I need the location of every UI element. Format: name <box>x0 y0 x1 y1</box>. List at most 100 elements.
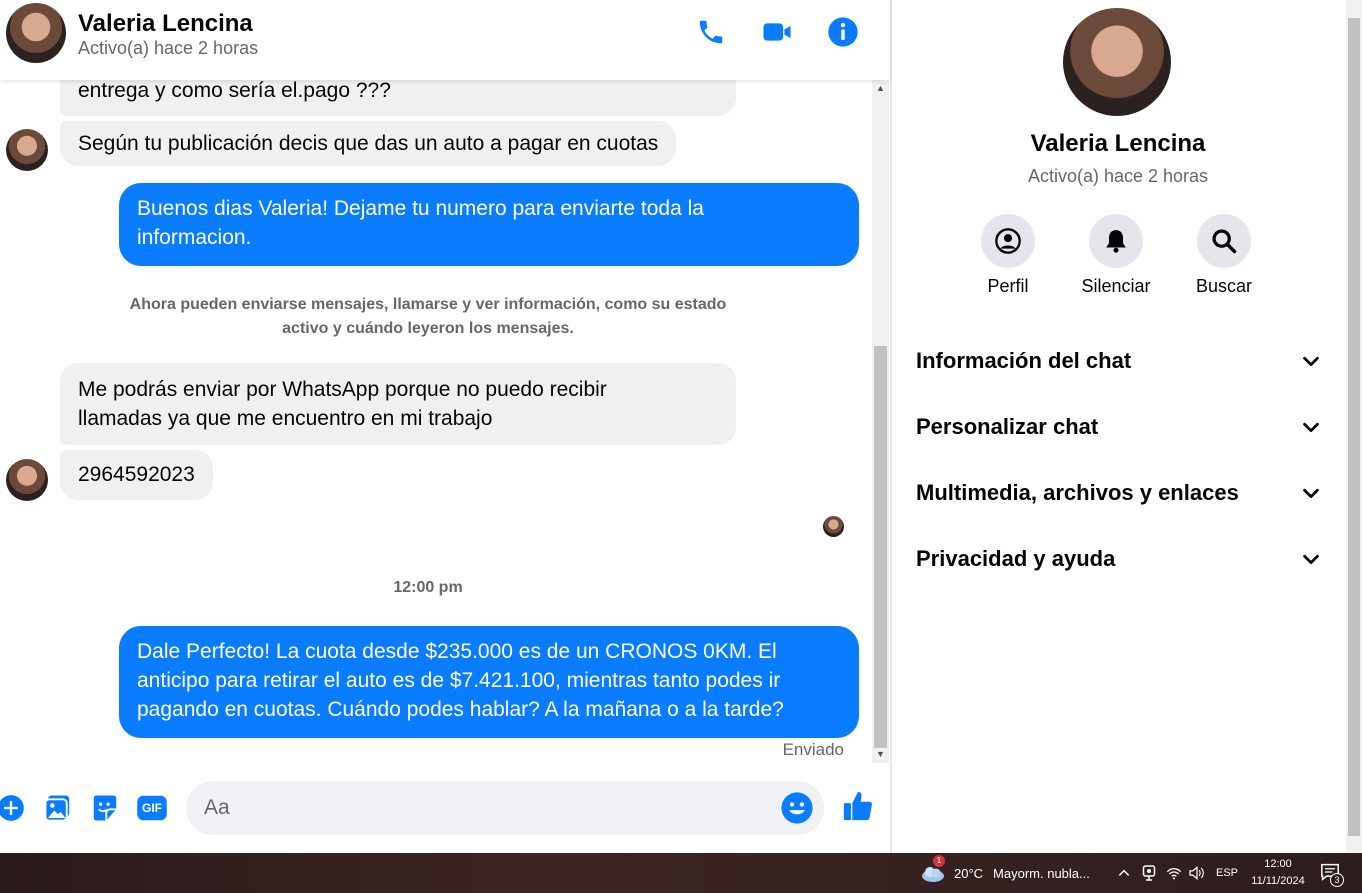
section-customize-chat[interactable]: Personalizar chat <box>916 401 1322 453</box>
plus-circle-icon <box>0 795 24 821</box>
message-text-line: pagando en cuotas. Cuándo podes hablar? … <box>137 698 784 721</box>
user-circle-icon <box>995 228 1021 254</box>
sender-avatar[interactable] <box>6 129 48 171</box>
bell-icon <box>1106 230 1126 253</box>
network-button[interactable] <box>1166 853 1182 893</box>
emoji-button[interactable] <box>780 791 814 825</box>
video-call-button[interactable] <box>759 14 795 50</box>
more-actions-button[interactable] <box>0 792 27 824</box>
chat-header: Valeria Lencina Activo(a) hace 2 horas <box>0 0 890 80</box>
profile-name: Valeria Lencina <box>1030 130 1206 157</box>
incoming-message[interactable]: entrega y como sería el.pago ??? <box>60 80 736 116</box>
section-label: Información del chat <box>916 348 1132 373</box>
speaker-icon <box>1189 866 1204 880</box>
section-media-files-links[interactable]: Multimedia, archivos y enlaces <box>916 467 1322 519</box>
info-icon <box>828 17 858 47</box>
message-list[interactable]: entrega y como sería el.pago ??? Según t… <box>0 80 872 763</box>
mute-action-circle[interactable] <box>1089 214 1143 268</box>
chevron-down-icon <box>1303 356 1319 367</box>
page-scrollbar[interactable] <box>1346 0 1362 853</box>
scroll-thumb[interactable] <box>874 346 887 748</box>
contact-name[interactable]: Valeria Lencina <box>78 10 253 38</box>
search-icon <box>1212 229 1237 254</box>
mute-action[interactable]: Silenciar <box>1061 214 1171 297</box>
sender-avatar[interactable] <box>6 459 48 501</box>
search-action-circle[interactable] <box>1197 214 1251 268</box>
chevron-up-icon <box>1118 869 1130 876</box>
message-timestamp: 12:00 pm <box>393 579 463 596</box>
notification-count-badge: 3 <box>1330 873 1344 887</box>
incoming-message[interactable]: Me podrás enviar por WhatsApp porque no … <box>60 363 736 445</box>
contact-avatar[interactable] <box>6 3 66 63</box>
incoming-message[interactable]: Según tu publicación decis que das un au… <box>60 121 677 166</box>
clock-date: 11/11/2024 <box>1251 875 1305 887</box>
outgoing-message[interactable]: Dale Perfecto! La cuota desde $235.000 e… <box>119 626 859 738</box>
voice-call-button[interactable] <box>693 14 729 50</box>
seen-receipt-avatar <box>823 516 844 537</box>
weather-temperature: 20°C <box>954 865 984 881</box>
page-scroll-thumb[interactable] <box>1348 18 1360 836</box>
meet-now-button[interactable] <box>1142 853 1156 893</box>
section-label: Multimedia, archivos y enlaces <box>916 480 1239 505</box>
sent-status: Enviado <box>782 740 844 759</box>
notifications-button[interactable]: 3 <box>1320 853 1344 893</box>
message-text-line: anticipo para retirar el auto es de $7.4… <box>137 669 781 692</box>
scroll-down-arrow[interactable]: ▼ <box>872 746 889 763</box>
gif-label: GIF <box>142 801 162 815</box>
mute-action-label: Silenciar <box>1081 276 1151 296</box>
search-action-label: Buscar <box>1195 276 1253 296</box>
message-text-line: Buenos dias Valeria! Dejame tu numero pa… <box>137 197 704 220</box>
message-input[interactable] <box>204 781 764 835</box>
message-text-line: Me podrás enviar por WhatsApp porque no … <box>78 378 607 401</box>
message-text-line: llamadas ya que me encuentro en mi traba… <box>78 407 493 430</box>
chevron-down-icon <box>1303 554 1319 565</box>
weather-description: Mayorm. nubla... <box>993 865 1090 881</box>
system-notice-line: activo y cuándo leyeron los mensajes. <box>282 320 574 337</box>
wifi-icon <box>1166 868 1182 880</box>
phone-icon <box>699 20 723 44</box>
message-scrollbar[interactable]: ▲ ▼ <box>872 80 889 763</box>
profile-status: Activo(a) hace 2 horas <box>1027 166 1209 186</box>
section-chat-info[interactable]: Información del chat <box>916 335 1322 387</box>
show-hidden-icons-button[interactable] <box>1117 853 1131 893</box>
clock[interactable]: 12:00 11/11/2024 <box>1248 853 1308 893</box>
weather-widget[interactable]: 1 20°C Mayorm. nubla... <box>920 853 1090 893</box>
message-text: entrega y como sería el.pago ??? <box>78 80 391 102</box>
volume-button[interactable] <box>1188 853 1206 893</box>
like-button[interactable] <box>840 788 876 824</box>
profile-avatar[interactable] <box>1063 8 1171 116</box>
video-camera-icon <box>763 23 791 41</box>
chat-pane: Valeria Lencina Activo(a) hace 2 horas e… <box>0 0 890 853</box>
sticker-icon <box>93 795 117 821</box>
message-text: Según tu publicación decis que das un au… <box>78 132 659 155</box>
profile-action-label: Perfil <box>987 276 1029 296</box>
search-action[interactable]: Buscar <box>1169 214 1279 297</box>
profile-action[interactable]: Perfil <box>953 214 1063 297</box>
webcam-icon <box>1142 865 1156 881</box>
chevron-down-icon <box>1303 488 1319 499</box>
attach-photo-button[interactable] <box>42 792 74 824</box>
profile-action-circle[interactable] <box>981 214 1035 268</box>
emoji-icon <box>781 792 813 824</box>
scroll-up-arrow[interactable]: ▲ <box>872 80 889 97</box>
messenger-app: Valeria Lencina Activo(a) hace 2 horas e… <box>0 0 1362 853</box>
message-text-line: Dale Perfecto! La cuota desde $235.000 e… <box>137 640 777 663</box>
weather-alert-badge: 1 <box>933 855 945 867</box>
chevron-down-icon <box>1303 422 1319 433</box>
system-notice-line: Ahora pueden enviarse mensajes, llamarse… <box>129 296 727 313</box>
language-indicator[interactable]: ESP <box>1216 853 1238 893</box>
incoming-message[interactable]: 2964592023 <box>60 450 213 500</box>
notification-icon: 3 <box>1320 863 1344 887</box>
system-notice: Ahora pueden enviarse mensajes, llamarse… <box>100 293 756 341</box>
image-icon <box>44 795 70 822</box>
message-composer: GIF <box>0 763 890 853</box>
cloud-icon: 1 <box>920 855 946 883</box>
sticker-button[interactable] <box>89 792 121 824</box>
windows-taskbar: 1 20°C Mayorm. nubla... ESP 12:00 11/11/… <box>0 853 1362 893</box>
outgoing-message[interactable]: Buenos dias Valeria! Dejame tu numero pa… <box>119 183 859 266</box>
message-text: 2964592023 <box>78 463 195 486</box>
section-privacy-help[interactable]: Privacidad y ayuda <box>916 533 1322 585</box>
conversation-info-button[interactable] <box>825 14 861 50</box>
message-input-container <box>186 781 824 835</box>
gif-button[interactable]: GIF <box>136 792 168 824</box>
